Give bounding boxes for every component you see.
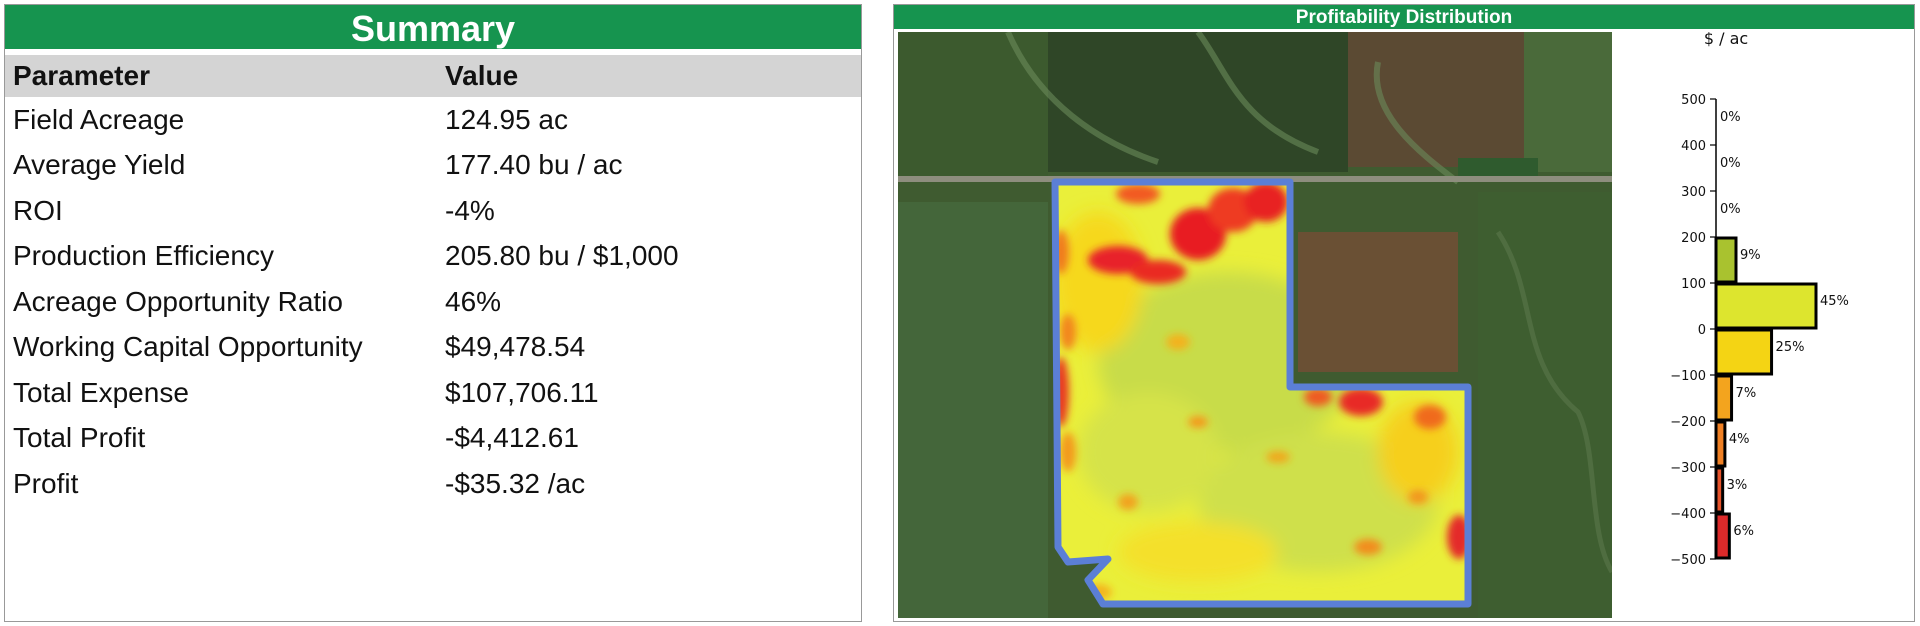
- value-cell: 46%: [445, 285, 502, 317]
- summary-title: Summary: [5, 5, 861, 49]
- satellite-tile: [1524, 32, 1612, 172]
- histogram-bar-label: 6%: [1733, 524, 1754, 539]
- satellite-tile: [1348, 32, 1524, 167]
- value-cell: -$35.32 /ac: [445, 467, 586, 499]
- value-cell: 205.80 bu / $1,000: [445, 240, 679, 272]
- histogram-bar-label: 3%: [1727, 478, 1748, 493]
- histogram-bar: [1714, 420, 1727, 468]
- histogram-tick-label: 500: [1681, 93, 1706, 108]
- distribution-title: Profitability Distribution: [894, 5, 1914, 29]
- summary-panel: Summary Parameter Value Field Acreage 124…: [4, 4, 862, 622]
- histogram-tick-label: 200: [1681, 231, 1706, 246]
- value-cell: $107,706.11: [445, 376, 599, 408]
- histogram-bar-label: 9%: [1740, 248, 1761, 263]
- profitability-map[interactable]: [898, 30, 1615, 618]
- histogram-bar: [1714, 282, 1818, 330]
- satellite-tile: [1048, 32, 1348, 172]
- value-cell: -$4,412.61: [445, 422, 579, 454]
- satellite-tile: [1298, 232, 1458, 372]
- table-row: Production Efficiency 205.80 bu / $1,000: [5, 234, 861, 280]
- table-row: Field Acreage 124.95 ac: [5, 97, 861, 143]
- histogram-bar-label: 0%: [1720, 156, 1741, 171]
- value-cell: -4%: [445, 194, 495, 226]
- histogram-bar: [1714, 512, 1731, 560]
- histogram-bar: [1714, 374, 1734, 422]
- table-row: Average Yield 177.40 bu / ac: [5, 143, 861, 189]
- summary-table: Parameter Value Field Acreage 124.95 ac A…: [5, 55, 861, 507]
- histogram-bar-label: 0%: [1720, 202, 1741, 217]
- histogram: $ / ac 500 400 300 200 100 0 −100 −200 −300 −400 −…: [1616, 29, 1914, 621]
- table-row: Acreage Opportunity Ratio 46%: [5, 279, 861, 325]
- histogram-bar: [1714, 328, 1774, 376]
- column-header-parameter: Parameter: [5, 55, 437, 97]
- parameter-cell: Total Expense: [13, 376, 189, 408]
- satellite-tile: [1458, 158, 1538, 178]
- parameter-cell: Profit: [13, 467, 79, 499]
- parameter-cell: Working Capital Opportunity: [13, 331, 363, 363]
- parameter-cell: Production Efficiency: [13, 240, 274, 272]
- parameter-cell: Average Yield: [13, 149, 186, 181]
- value-cell: 124.95 ac: [445, 103, 568, 135]
- histogram-bar: [1714, 466, 1725, 514]
- distribution-panel: Profitability Distribution $ / ac 500 40…: [893, 4, 1915, 622]
- histogram-tick-label: 100: [1681, 277, 1706, 292]
- satellite-tile: [898, 202, 1048, 618]
- satellite-tile: [898, 32, 1048, 182]
- histogram-tick-label: −500: [1670, 553, 1706, 568]
- value-cell: 177.40 bu / ac: [445, 149, 623, 181]
- summary-table-header-row: Parameter Value: [5, 55, 861, 97]
- parameter-cell: Field Acreage: [13, 103, 185, 135]
- table-row: Total Expense $107,706.11: [5, 370, 861, 416]
- histogram-tick-label: −100: [1670, 369, 1706, 384]
- table-row: Total Profit -$4,412.61: [5, 416, 861, 462]
- histogram-bar-label: 0%: [1720, 110, 1741, 125]
- histogram-tick-label: 400: [1681, 139, 1706, 154]
- satellite-tile: [1478, 192, 1612, 618]
- value-cell: $49,478.54: [445, 331, 586, 363]
- column-header-value: Value: [437, 55, 861, 97]
- parameter-cell: ROI: [13, 194, 63, 226]
- histogram-tick-label: 300: [1681, 185, 1706, 200]
- parameter-cell: Acreage Opportunity Ratio: [13, 285, 343, 317]
- histogram-chart: $ / ac 500 400 300 200 100 0 −100 −200 −300 −400 −…: [1670, 29, 1849, 568]
- histogram-unit-label: $ / ac: [1704, 29, 1748, 48]
- parameter-cell: Total Profit: [13, 422, 146, 454]
- histogram-bar-label: 4%: [1729, 432, 1750, 447]
- histogram-tick-label: −300: [1670, 461, 1706, 476]
- histogram-bar-label: 7%: [1736, 386, 1757, 401]
- histogram-bar: [1714, 236, 1738, 284]
- histogram-bar-label: 25%: [1776, 340, 1805, 355]
- histogram-tick-label: 0: [1698, 323, 1706, 338]
- histogram-tick-label: −200: [1670, 415, 1706, 430]
- histogram-bar-label: 45%: [1820, 294, 1849, 309]
- table-row: ROI -4%: [5, 188, 861, 234]
- table-row: Profit -$35.32 /ac: [5, 461, 861, 507]
- histogram-tick-label: −400: [1670, 507, 1706, 522]
- table-row: Working Capital Opportunity $49,478.54: [5, 325, 861, 371]
